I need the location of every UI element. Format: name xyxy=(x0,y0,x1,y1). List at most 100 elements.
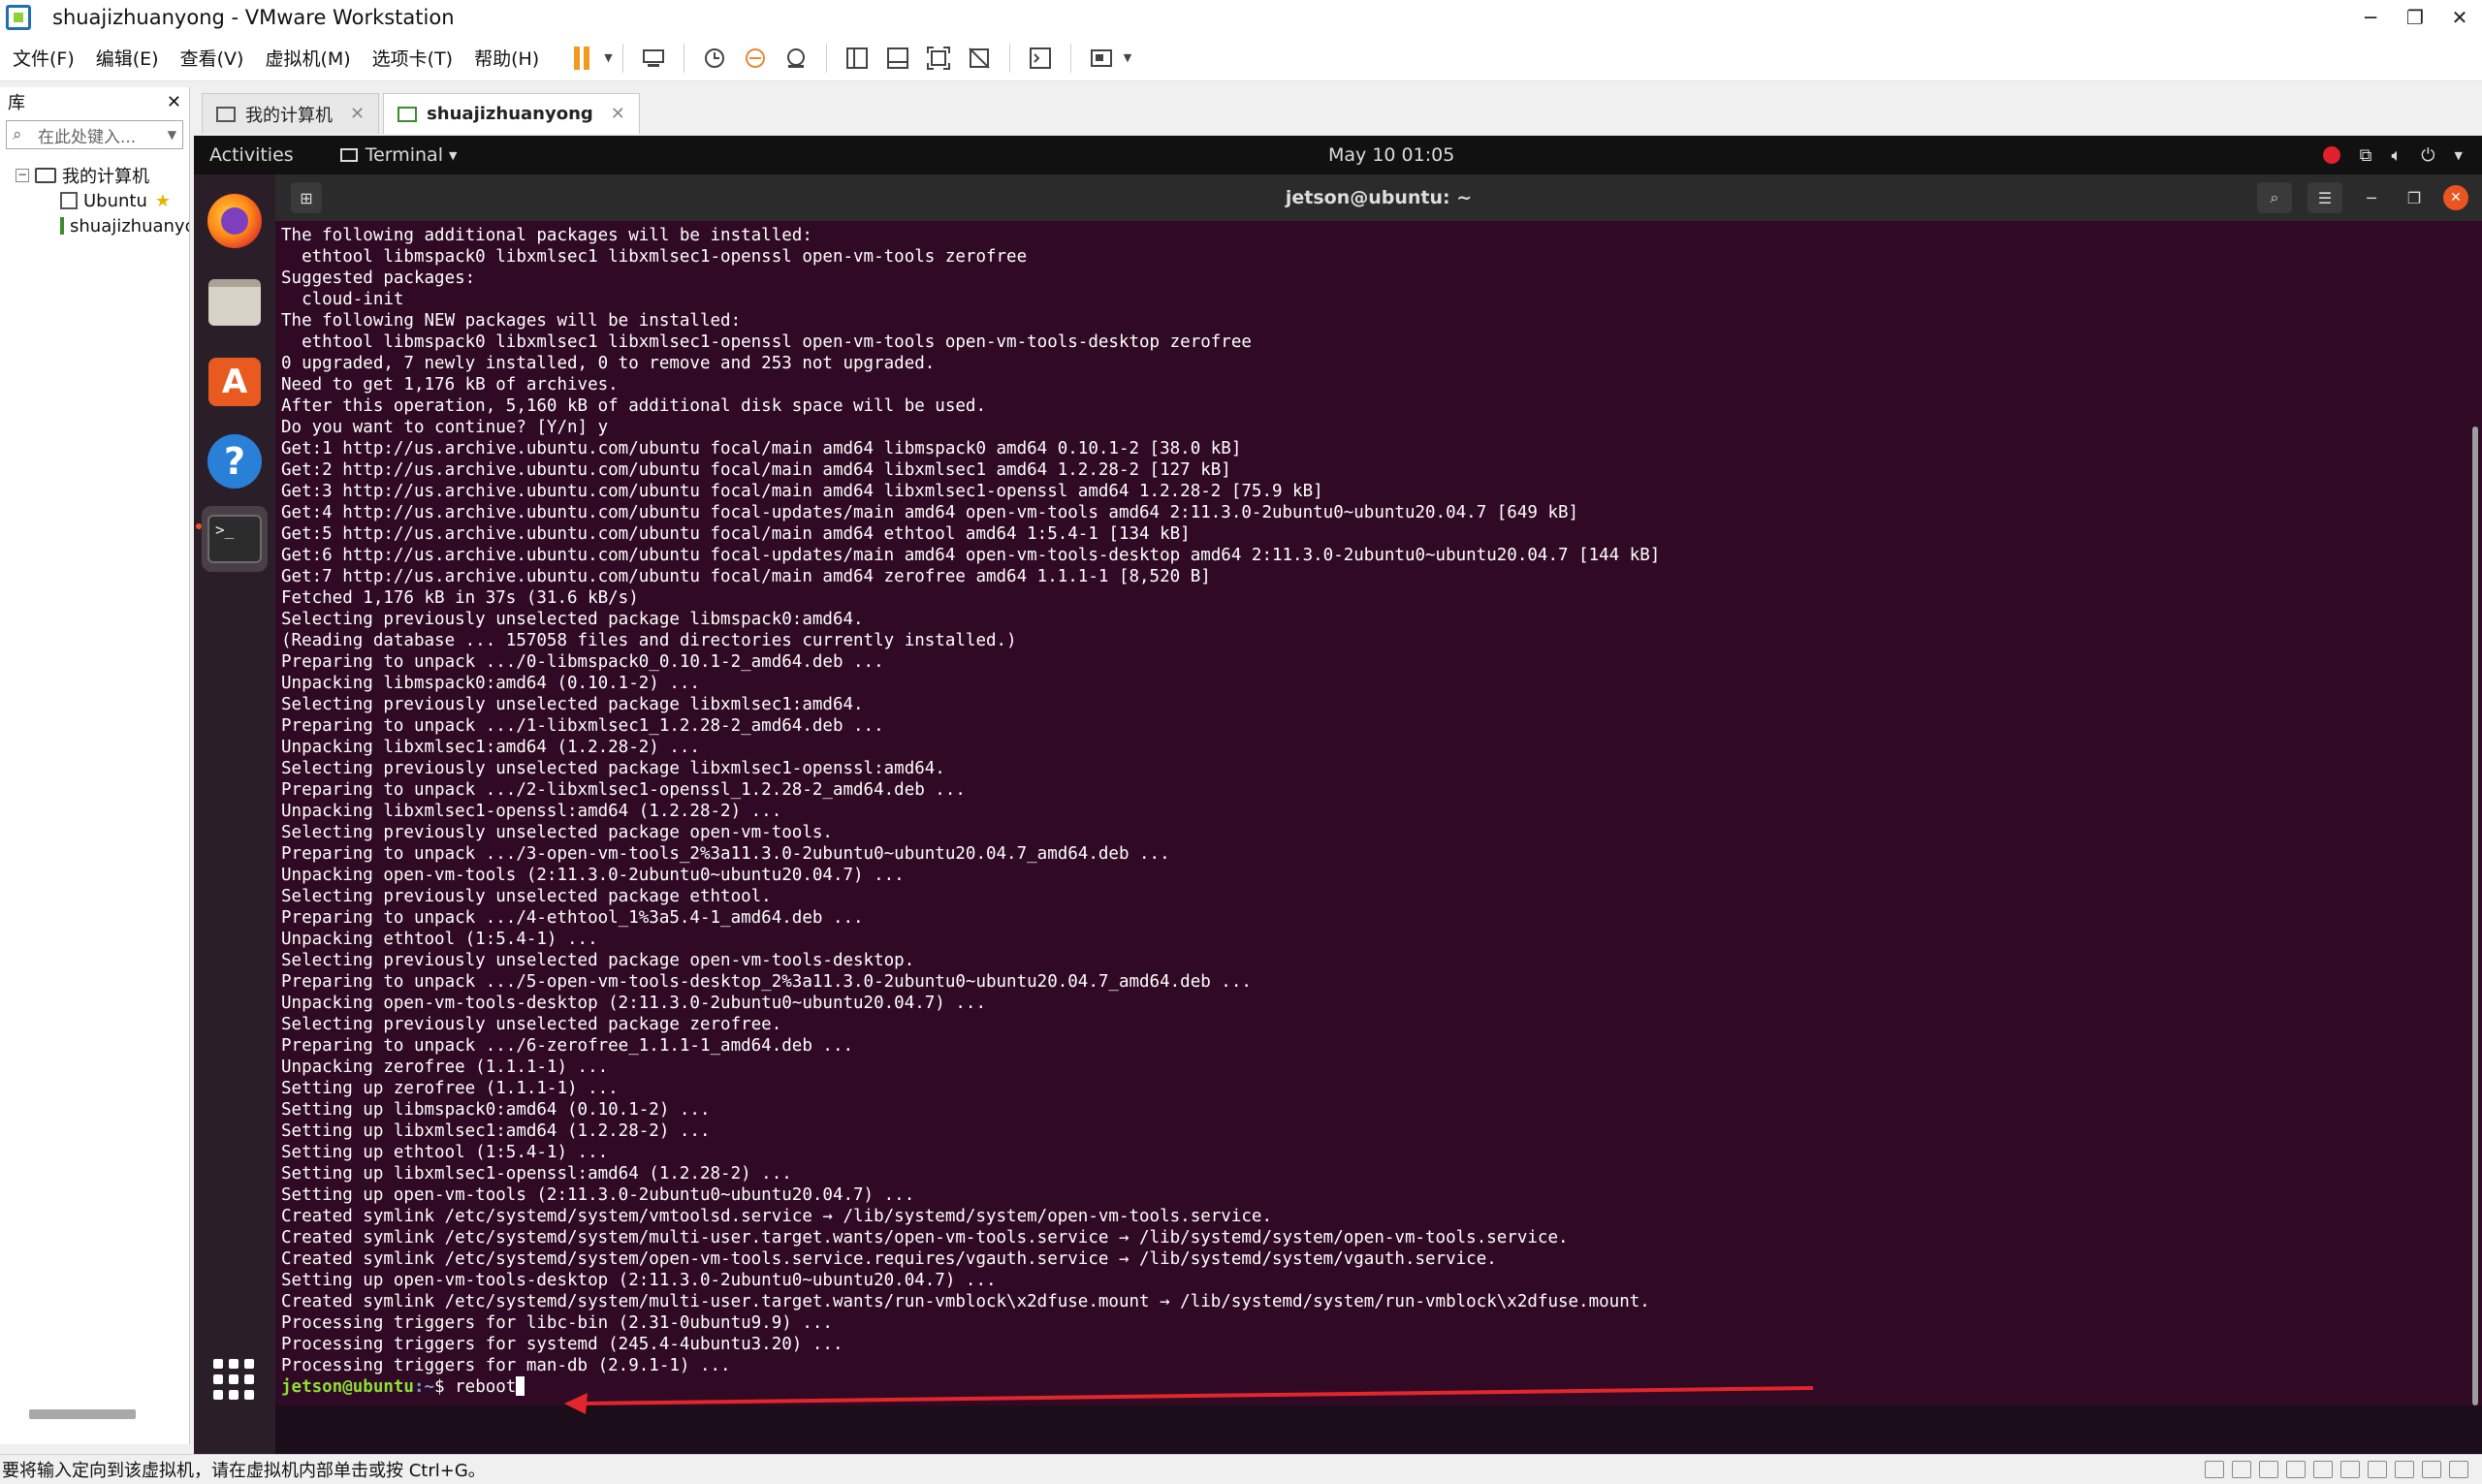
stretch-guest-button[interactable] xyxy=(1085,42,1118,75)
show-library-button[interactable] xyxy=(841,42,874,75)
grid-dot xyxy=(213,1374,223,1384)
tree-root-my-computer[interactable]: − 我的计算机 xyxy=(0,163,189,188)
sound-icon[interactable] xyxy=(2368,1461,2387,1478)
terminal-line: Preparing to unpack .../2-libxmlsec1-ope… xyxy=(281,780,966,800)
send-ctrl-alt-del-button[interactable] xyxy=(637,42,670,75)
terminal-minimize-button[interactable]: ─ xyxy=(2358,182,2385,213)
close-window-button[interactable]: ✕ xyxy=(2437,0,2482,35)
terminal-window: ⊞ jetson@ubuntu: ~ ⌕ ☰ ─ ❐ ✕ The followi… xyxy=(275,174,2482,1405)
close-tab-icon[interactable]: ✕ xyxy=(611,104,625,124)
dock-firefox[interactable] xyxy=(202,188,268,254)
hard-disk-icon[interactable] xyxy=(2205,1461,2224,1478)
close-library-icon[interactable]: ✕ xyxy=(167,92,181,112)
terminal-line: Preparing to unpack .../0-libmspack0_0.1… xyxy=(281,652,884,672)
stretch-dropdown-icon[interactable]: ▼ xyxy=(1124,51,1131,64)
toolbar-separator xyxy=(1008,43,1010,73)
menu-vm[interactable]: 虚拟机(M) xyxy=(256,45,359,71)
search-icon: ⌕ xyxy=(13,125,22,144)
terminal-line: Preparing to unpack .../5-open-vm-tools-… xyxy=(281,972,1252,992)
grid-dot xyxy=(244,1390,254,1400)
thumbnail-layout-icon xyxy=(886,47,908,69)
app-menu-label: Terminal xyxy=(365,144,443,166)
dock-software[interactable]: A xyxy=(202,349,268,415)
dock-files[interactable] xyxy=(202,269,268,335)
typed-command: reboot xyxy=(455,1377,517,1397)
tree-root-label: 我的计算机 xyxy=(62,167,149,187)
menu-view[interactable]: 查看(V) xyxy=(172,45,253,71)
cd-drive-icon[interactable] xyxy=(2232,1461,2251,1478)
vmware-workstation-window: shuajizhuanyong - VMware Workstation ─ ❐… xyxy=(0,0,2482,1484)
chevron-down-icon[interactable]: ▼ xyxy=(2455,149,2463,162)
tree-item-ubuntu[interactable]: Ubuntu ★ xyxy=(0,188,189,213)
terminal-output[interactable]: The following additional packages will b… xyxy=(281,225,2453,1398)
terminal-menu-button[interactable]: ☰ xyxy=(2307,182,2342,213)
library-panel: 库 ✕ ⌕ 在此处键入... ▼ − 我的计算机 Ubuntu ★ shuaji… xyxy=(0,87,190,1444)
show-thumbnail-button[interactable] xyxy=(881,42,914,75)
snapshot-manager-button[interactable] xyxy=(780,42,812,75)
terminal-scrollbar[interactable] xyxy=(2472,426,2478,1405)
search-dropdown-icon[interactable]: ▼ xyxy=(168,128,176,142)
close-tab-icon[interactable]: ✕ xyxy=(350,104,365,124)
terminal-line: Created symlink /etc/systemd/system/open… xyxy=(281,1249,1497,1269)
tree-item-shuajizhuanyong[interactable]: shuajizhuanyong xyxy=(0,213,189,238)
terminal-line: Created symlink /etc/systemd/system/vmto… xyxy=(281,1207,1272,1226)
usb-icon[interactable] xyxy=(2340,1461,2360,1478)
cd-drive-icon[interactable] xyxy=(2259,1461,2278,1478)
minimize-window-button[interactable]: ─ xyxy=(2348,0,2393,35)
display-icon[interactable] xyxy=(2422,1461,2441,1478)
tab-my-computer[interactable]: 我的计算机 ✕ xyxy=(202,93,380,134)
printer-icon[interactable] xyxy=(2395,1461,2414,1478)
pause-vm-button[interactable] xyxy=(565,42,598,75)
menu-tabs[interactable]: 选项卡(T) xyxy=(364,45,461,71)
terminal-line: After this operation, 5,160 kB of additi… xyxy=(281,396,986,416)
vm-tab-strip: 我的计算机 ✕ shuajizhuanyong ✕ xyxy=(194,87,2482,134)
tab-shuajizhuanyong[interactable]: shuajizhuanyong ✕ xyxy=(383,93,640,134)
snapshot-button[interactable] xyxy=(698,42,731,75)
firefox-icon xyxy=(207,194,262,248)
app-menu-terminal[interactable]: Terminal ▼ xyxy=(339,144,457,166)
dock-help[interactable]: ? xyxy=(202,428,268,494)
window-controls: ─ ❐ ✕ xyxy=(2348,0,2482,35)
library-search-input[interactable]: ⌕ 在此处键入... ▼ xyxy=(6,120,183,149)
terminal-line: Setting up libxmlsec1:amd64 (1.2.28-2) .… xyxy=(281,1121,711,1141)
gnome-top-bar: Activities Terminal ▼ May 10 01:05 ⧉ 🔈︎ … xyxy=(194,136,2482,174)
activities-button[interactable]: Activities xyxy=(209,144,294,166)
terminal-line: Unpacking libmspack0:amd64 (0.10.1-2) ..… xyxy=(281,674,700,693)
message-icon[interactable] xyxy=(2449,1461,2468,1478)
menu-help[interactable]: 帮助(H) xyxy=(465,45,548,71)
network-icon[interactable]: ⧉ xyxy=(2360,145,2372,166)
collapse-icon[interactable]: − xyxy=(16,169,29,182)
menu-file[interactable]: 文件(F) xyxy=(4,45,83,71)
terminal-search-button[interactable]: ⌕ xyxy=(2257,182,2292,213)
console-view-button[interactable] xyxy=(1024,42,1057,75)
full-screen-button[interactable] xyxy=(922,42,955,75)
library-horizontal-scrollbar[interactable] xyxy=(29,1409,136,1419)
network-adapter-icon[interactable] xyxy=(2313,1461,2333,1478)
terminal-line: 0 upgraded, 7 newly installed, 0 to remo… xyxy=(281,354,936,373)
do-not-disturb-icon[interactable] xyxy=(2322,146,2340,164)
volume-icon[interactable]: 🔈︎ xyxy=(2391,145,2402,166)
files-folder-icon xyxy=(208,279,261,326)
unity-button[interactable] xyxy=(963,42,996,75)
floppy-icon[interactable] xyxy=(2286,1461,2306,1478)
running-vm-icon xyxy=(60,217,64,235)
terminal-prompt-line[interactable]: jetson@ubuntu:~$ reboot xyxy=(281,1376,2453,1398)
dock-terminal[interactable]: >_ xyxy=(202,506,268,572)
terminal-line: Selecting previously unselected package … xyxy=(281,1015,782,1034)
terminal-maximize-button[interactable]: ❐ xyxy=(2401,182,2428,213)
terminal-line: Get:4 http://us.archive.ubuntu.com/ubunt… xyxy=(281,503,1579,522)
terminal-close-button[interactable]: ✕ xyxy=(2443,185,2468,210)
new-tab-button[interactable]: ⊞ xyxy=(291,182,322,213)
terminal-line: Unpacking open-vm-tools (2:11.3.0-2ubunt… xyxy=(281,866,905,885)
revert-snapshot-button[interactable] xyxy=(739,42,772,75)
menu-edit[interactable]: 编辑(E) xyxy=(87,45,168,71)
maximize-window-button[interactable]: ❐ xyxy=(2393,0,2437,35)
pause-dropdown-icon[interactable]: ▼ xyxy=(604,51,612,64)
power-icon[interactable]: ⏻ xyxy=(2421,145,2434,166)
show-applications-icon[interactable] xyxy=(213,1359,254,1400)
library-layout-icon xyxy=(845,47,868,69)
clock[interactable]: May 10 01:05 xyxy=(1328,136,1454,174)
terminal-small-icon xyxy=(339,148,358,162)
keyboard-icon xyxy=(642,48,664,67)
vm-display[interactable]: Activities Terminal ▼ May 10 01:05 ⧉ 🔈︎ … xyxy=(194,136,2482,1454)
